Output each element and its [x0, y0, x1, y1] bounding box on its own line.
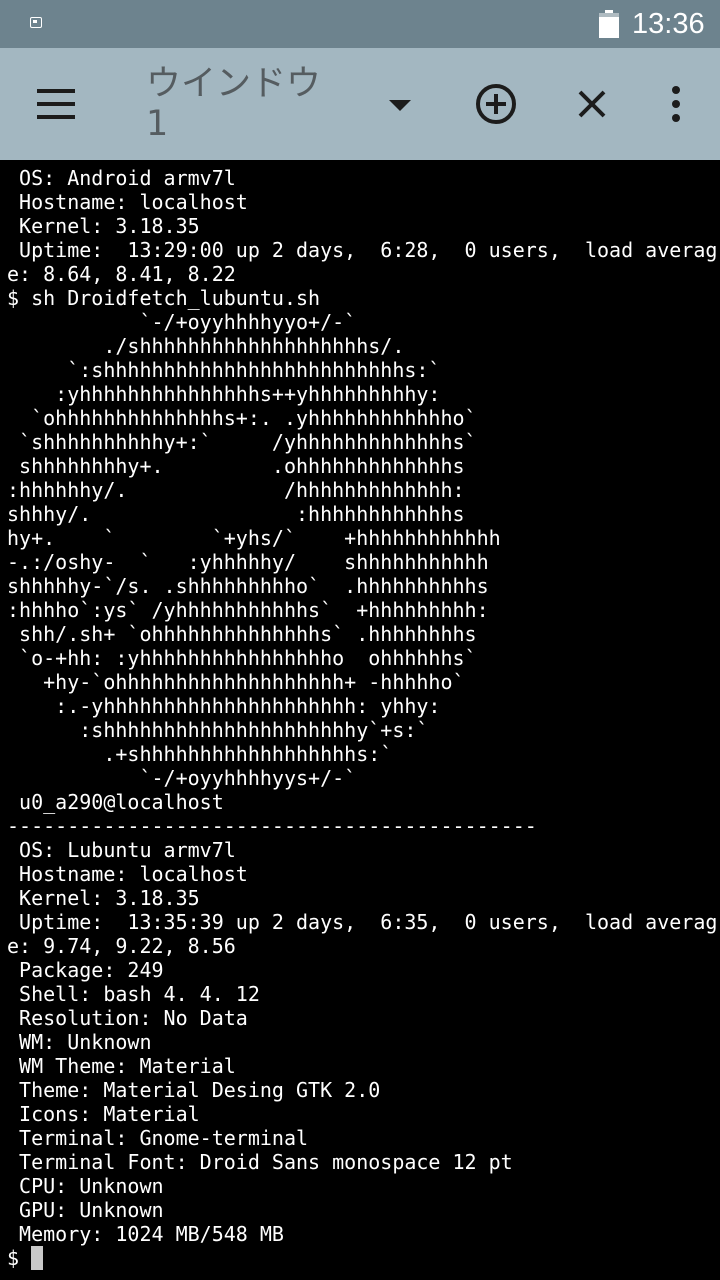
terminal-line: OS: Android armv7l: [7, 166, 236, 190]
terminal-line: `shhhhhhhhhhy+:` /yhhhhhhhhhhhhhs`: [7, 430, 477, 454]
terminal-line: shhhhhy-`/s. .shhhhhhhhho` .hhhhhhhhhhs: [7, 574, 489, 598]
caret-down-icon[interactable]: [378, 84, 422, 124]
app-notification-icon: [30, 17, 42, 28]
terminal-line: .+shhhhhhhhhhhhhhhhhhs:`: [7, 742, 393, 766]
status-bar: 13:36: [0, 0, 720, 48]
terminal-line: Uptime: 13:29:00 up 2 days, 6:28, 0 user…: [7, 238, 718, 262]
terminal-line: u0_a290@localhost: [7, 790, 224, 814]
terminal-line: CPU: Unknown: [7, 1174, 164, 1198]
terminal-line: Terminal: Gnome-terminal: [7, 1126, 309, 1150]
terminal-line: `o-+hh: :yhhhhhhhhhhhhhhhho ohhhhhhs`: [7, 646, 477, 670]
terminal-line: Hostname: localhost: [7, 862, 248, 886]
terminal-line: `:shhhhhhhhhhhhhhhhhhhhhhhhhs:`: [7, 358, 441, 382]
terminal-line: :hhhho`:ys` /yhhhhhhhhhhhs` +hhhhhhhhh:: [7, 598, 489, 622]
terminal-line: `ohhhhhhhhhhhhhhs+:. .yhhhhhhhhhhhho`: [7, 406, 477, 430]
terminal-line: Package: 249: [7, 958, 164, 982]
terminal-line: `-/+oyyhhhhyys+/-`: [7, 766, 357, 790]
terminal-line: :.-yhhhhhhhhhhhhhhhhhhhhh: yhhy:: [7, 694, 441, 718]
terminal-line: Shell: bash 4. 4. 12: [7, 982, 260, 1006]
more-vert-icon[interactable]: [656, 80, 696, 128]
terminal-line: ./shhhhhhhhhhhhhhhhhhhs/.: [7, 334, 405, 358]
terminal-line: :hhhhhhy/. /hhhhhhhhhhhhh:: [7, 478, 465, 502]
terminal-line: :shhhhhhhhhhhhhhhhhhhhhy`+s:`: [7, 718, 429, 742]
window-title[interactable]: ウインドウ 1: [146, 64, 346, 148]
close-icon[interactable]: [568, 80, 616, 128]
terminal-line: OS: Lubuntu armv7l: [7, 838, 236, 862]
terminal-line: Kernel: 3.18.35: [7, 886, 200, 910]
terminal-output[interactable]: $ OS: Android armv7l Hostname: localhost…: [2, 160, 718, 1280]
terminal-line: GPU: Unknown: [7, 1198, 164, 1222]
terminal-line: Theme: Material Desing GTK 2.0: [7, 1078, 381, 1102]
terminal-line: Terminal Font: Droid Sans monospace 12 p…: [7, 1150, 513, 1174]
status-clock: 13:36: [632, 8, 705, 40]
terminal-line: ----------------------------------------…: [7, 814, 537, 838]
terminal-prompt: $: [7, 1246, 20, 1270]
hamburger-menu-icon[interactable]: [28, 80, 84, 128]
terminal-cursor: [31, 1246, 43, 1270]
terminal-line: :yhhhhhhhhhhhhhhhs++yhhhhhhhhhy:: [7, 382, 441, 406]
terminal-line: Icons: Material: [7, 1102, 200, 1126]
terminal-line: shh/.sh+ `ohhhhhhhhhhhhhhs` .hhhhhhhhs: [7, 622, 477, 646]
terminal-line: WM: Unknown: [7, 1030, 152, 1054]
terminal-line: e: 8.64, 8.41, 8.22: [7, 262, 236, 286]
terminal-line: WM Theme: Material: [7, 1054, 236, 1078]
terminal-line: -.:/oshy- ` :yhhhhhy/ shhhhhhhhhhh: [7, 550, 489, 574]
terminal-line: $ sh Droidfetch_lubuntu.sh: [7, 286, 321, 310]
terminal-line: `-/+oyyhhhhyyo+/-`: [7, 310, 357, 334]
terminal-line: Hostname: localhost: [7, 190, 248, 214]
terminal-line: shhhy/. :hhhhhhhhhhhhs: [7, 502, 465, 526]
terminal-line: +hy-`ohhhhhhhhhhhhhhhhhhh+ -hhhhho`: [7, 670, 465, 694]
add-circle-icon[interactable]: [470, 78, 522, 130]
terminal-line: Memory: 1024 MB/548 MB: [7, 1222, 284, 1246]
terminal-line: shhhhhhhhy+. .ohhhhhhhhhhhhhs: [7, 454, 465, 478]
battery-icon: [599, 10, 619, 38]
terminal-line: Uptime: 13:35:39 up 2 days, 6:35, 0 user…: [7, 910, 718, 934]
terminal-line: Resolution: No Data: [7, 1006, 248, 1030]
terminal-line: hy+. ` `+yhs/` +hhhhhhhhhhhh: [7, 526, 501, 550]
terminal-line: Kernel: 3.18.35: [7, 214, 200, 238]
terminal-toolbar: ウインドウ 1: [0, 48, 720, 160]
terminal-line: e: 9.74, 9.22, 8.56: [7, 934, 236, 958]
battery-level: [599, 17, 619, 38]
